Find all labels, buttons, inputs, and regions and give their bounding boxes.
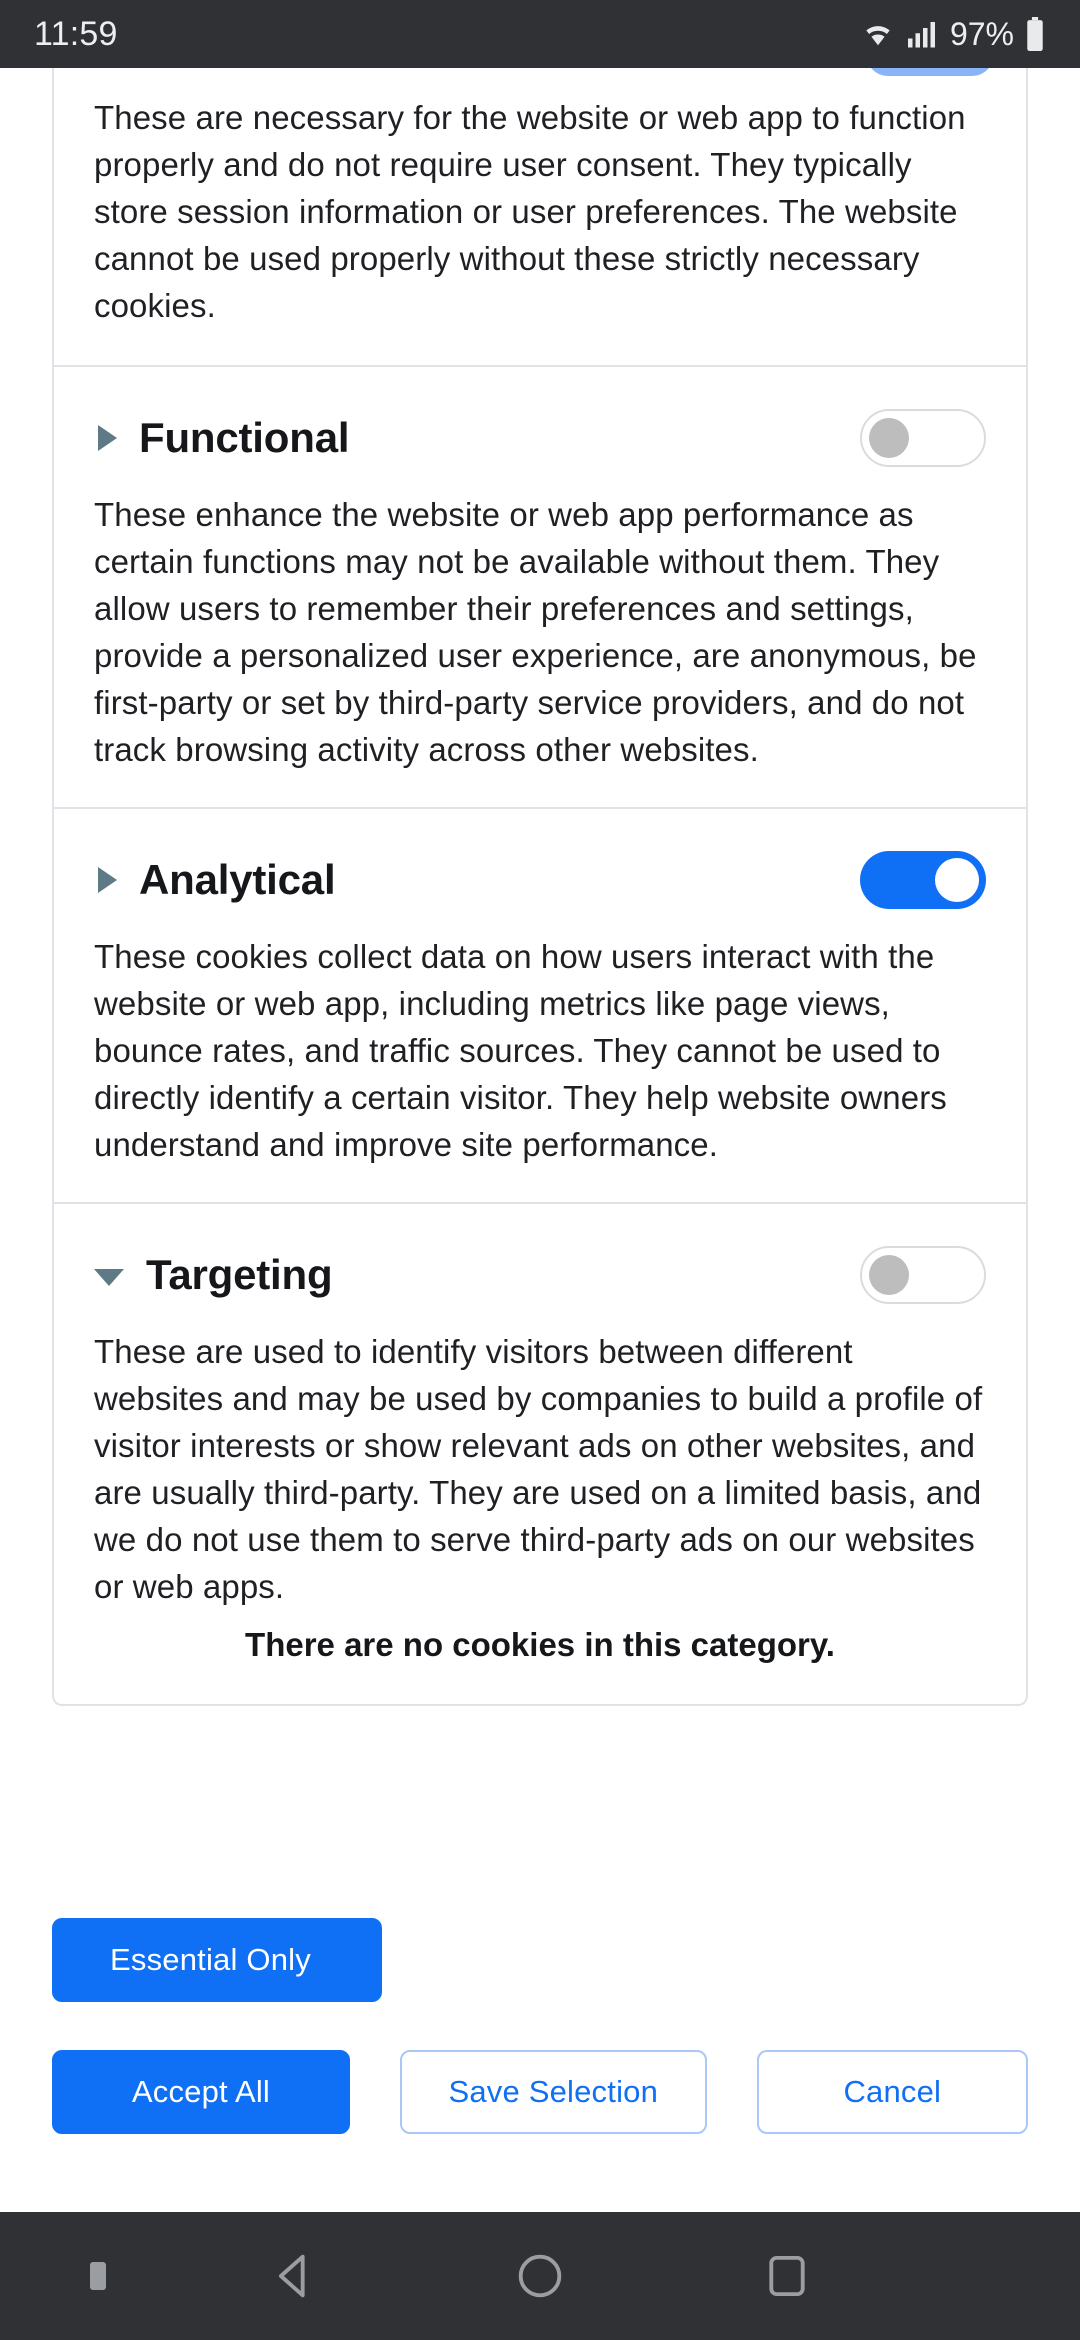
triangle-right-icon[interactable] xyxy=(98,425,117,451)
save-selection-button[interactable]: Save Selection xyxy=(399,2050,707,2134)
functional-title: Functional xyxy=(139,414,350,461)
targeting-toggle-knob xyxy=(869,1255,909,1295)
actions-row-primary: Essential Only xyxy=(52,1918,1028,2002)
analytical-toggle[interactable] xyxy=(860,851,986,909)
functional-toggle[interactable] xyxy=(860,409,986,467)
targeting-title: Targeting xyxy=(146,1251,333,1298)
android-nav-bar xyxy=(0,2212,1080,2340)
analytical-header[interactable]: Analytical xyxy=(94,809,986,933)
status-bar-indicators: 97% xyxy=(860,16,1046,53)
home-icon[interactable] xyxy=(511,2247,569,2305)
functional-description: These enhance the website or web app per… xyxy=(94,496,977,768)
status-bar: 11:59 97% xyxy=(0,0,1080,68)
actions-row-secondary: Accept All Save Selection Cancel xyxy=(52,2050,1029,2134)
dialog-actions: Essential Only Accept All Save Selection… xyxy=(52,1918,1029,2134)
wifi-icon xyxy=(866,26,890,46)
targeting-body: These are used to identify visitors betw… xyxy=(94,1328,986,1704)
essential-only-button[interactable]: Essential Only xyxy=(52,1918,382,2002)
triangle-right-icon[interactable] xyxy=(98,867,117,893)
strictly-necessary-description: These are necessary for the website or w… xyxy=(94,99,966,324)
functional-header[interactable]: Functional xyxy=(94,367,986,491)
functional-toggle-knob xyxy=(869,418,909,458)
section-strictly-necessary: These are necessary for the website or w… xyxy=(54,68,1026,365)
triangle-down-icon[interactable] xyxy=(94,1269,124,1286)
back-icon[interactable] xyxy=(264,2247,322,2305)
battery-icon xyxy=(1027,17,1043,51)
cancel-button[interactable]: Cancel xyxy=(756,2050,1029,2134)
functional-body: These enhance the website or web app per… xyxy=(94,491,986,807)
section-targeting: Targeting These are used to identify vis… xyxy=(54,1202,1026,1704)
analytical-title: Analytical xyxy=(139,856,336,903)
targeting-toggle[interactable] xyxy=(860,1246,986,1304)
analytical-description: These cookies collect data on how users … xyxy=(94,938,947,1163)
nav-buttons xyxy=(0,2247,1080,2305)
phone-screen: 11:59 97% These are necessary for the we… xyxy=(0,0,1080,2340)
accept-all-button[interactable]: Accept All xyxy=(52,2050,350,2134)
analytical-header-left[interactable]: Analytical xyxy=(94,856,336,904)
cellular-signal-icon xyxy=(907,22,935,48)
section-functional: Functional These enhance the website or … xyxy=(54,365,1026,807)
status-bar-clock: 11:59 xyxy=(34,14,118,53)
targeting-header[interactable]: Targeting xyxy=(94,1204,986,1328)
targeting-empty-message: There are no cookies in this category. xyxy=(245,1626,835,1663)
targeting-description: These are used to identify visitors betw… xyxy=(94,1333,983,1605)
recents-icon[interactable] xyxy=(758,2247,816,2305)
analytical-body: These cookies collect data on how users … xyxy=(94,933,986,1202)
battery-percent-label: 97% xyxy=(949,15,1014,52)
section-analytical: Analytical These cookies collect data on… xyxy=(54,807,1026,1202)
targeting-header-left[interactable]: Targeting xyxy=(94,1251,333,1299)
cookie-preferences-card: These are necessary for the website or w… xyxy=(52,54,1028,1706)
functional-header-left[interactable]: Functional xyxy=(94,414,350,462)
analytical-toggle-knob xyxy=(935,858,979,902)
nav-indicator-dot xyxy=(90,2262,106,2290)
